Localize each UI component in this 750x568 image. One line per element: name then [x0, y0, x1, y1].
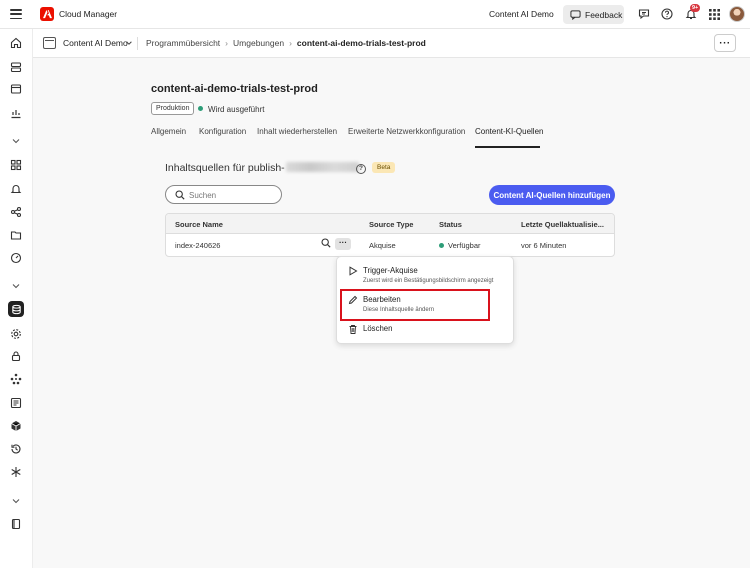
- gauge-icon[interactable]: [9, 251, 23, 265]
- breadcrumb-separator: ›: [225, 38, 229, 48]
- tab-configuration[interactable]: Konfiguration: [199, 127, 246, 136]
- tab-restore-content[interactable]: Inhalt wiederherstellen: [257, 127, 337, 136]
- divider: [137, 37, 138, 50]
- docs-icon[interactable]: [9, 517, 23, 531]
- environment-type-badge: Produktion: [151, 102, 195, 115]
- tab-content-ai-sources[interactable]: Content-KI-Quellen: [475, 127, 543, 136]
- breadcrumb-separator: ›: [289, 38, 292, 48]
- chat-icon[interactable]: [637, 7, 651, 21]
- menu-item-label: Trigger-Akquise: [363, 266, 418, 275]
- breadcrumb-programs[interactable]: Programmübersicht: [146, 38, 220, 48]
- beta-badge: Beta: [372, 162, 396, 173]
- lock-icon[interactable]: [9, 349, 23, 363]
- source-name-cell[interactable]: index-240626: [175, 241, 220, 250]
- column-source-name[interactable]: Source Name: [175, 220, 223, 229]
- top-bar: Cloud Manager Content AI Demo Feedback 9…: [0, 0, 750, 29]
- play-icon: [349, 266, 358, 276]
- feedback-button[interactable]: Feedback: [563, 5, 624, 24]
- program-icon: [43, 37, 56, 49]
- avatar[interactable]: [729, 6, 745, 22]
- app-title[interactable]: Cloud Manager: [59, 9, 117, 19]
- activity-icon[interactable]: [9, 106, 23, 120]
- table-header: Source Name Source Type Status Letzte Qu…: [166, 214, 614, 234]
- help-icon[interactable]: ?: [356, 164, 366, 174]
- sources-table: Source Name Source Type Status Letzte Qu…: [165, 213, 615, 257]
- page-title: content-ai-demo-trials-test-prod: [151, 83, 318, 95]
- highlight-box: [340, 289, 490, 321]
- program-switcher[interactable]: Content AI Demo: [63, 38, 128, 48]
- trash-icon: [349, 325, 357, 334]
- column-source-type[interactable]: Source Type: [369, 220, 413, 229]
- program-bar: Content AI Demo Programmübersicht › Umge…: [33, 29, 750, 58]
- feedback-label: Feedback: [585, 9, 623, 20]
- section-heading: Inhaltsquellen für publish-: [165, 162, 359, 174]
- chevron-down-icon[interactable]: [9, 134, 23, 148]
- column-last-update[interactable]: Letzte Quellaktualisie...: [521, 220, 604, 229]
- search-icon: [175, 190, 185, 200]
- history-icon[interactable]: [9, 442, 23, 456]
- redacted-environment-name: [285, 162, 359, 172]
- help-icon[interactable]: [660, 7, 674, 21]
- feedback-icon: [570, 10, 581, 20]
- chevron-down-icon[interactable]: [9, 494, 23, 508]
- tab-advanced-network[interactable]: Erweiterte Netzwerkkonfiguration: [348, 127, 465, 136]
- column-status[interactable]: Status: [439, 220, 462, 229]
- status-dot-icon: [439, 243, 444, 248]
- menu-icon[interactable]: [10, 8, 22, 20]
- search-icon[interactable]: [321, 238, 331, 248]
- network-icon[interactable]: [9, 205, 23, 219]
- tab-general[interactable]: Allgemein: [151, 127, 186, 136]
- package-icon[interactable]: [9, 419, 23, 433]
- apps-grid-icon[interactable]: [707, 7, 721, 21]
- dashboard-icon[interactable]: [9, 158, 23, 172]
- alerts-icon[interactable]: [9, 182, 23, 196]
- environments-icon[interactable]: [9, 82, 23, 96]
- breadcrumb-environments[interactable]: Umgebungen: [233, 38, 284, 48]
- org-switcher[interactable]: Content AI Demo: [489, 9, 554, 19]
- status-dot-icon: [198, 106, 203, 111]
- pipeline-icon[interactable]: [9, 60, 23, 74]
- last-update-cell: vor 6 Minuten: [521, 241, 567, 250]
- reports-icon[interactable]: [9, 396, 23, 410]
- environment-status: Wird ausgeführt: [208, 105, 265, 114]
- breadcrumb: Programmübersicht › Umgebungen › content…: [146, 38, 426, 48]
- home-icon[interactable]: [9, 36, 23, 50]
- workflow-icon[interactable]: [9, 372, 23, 386]
- spark-icon[interactable]: [9, 465, 23, 479]
- section-heading-text: Inhaltsquellen für publish-: [165, 162, 285, 174]
- database-icon[interactable]: [8, 301, 24, 317]
- breadcrumb-current: content-ai-demo-trials-test-prod: [296, 38, 426, 48]
- adobe-logo-icon: [40, 7, 54, 21]
- settings-icon[interactable]: [9, 327, 23, 341]
- menu-item-description: Zuerst wird ein Bestätigungsbildschirm a…: [363, 278, 494, 284]
- notification-badge: 9+: [690, 4, 701, 12]
- folder-icon[interactable]: [9, 228, 23, 242]
- left-rail: [0, 29, 33, 568]
- source-type-cell: Akquise: [369, 241, 396, 250]
- chevron-down-icon[interactable]: [125, 39, 133, 47]
- more-actions-button[interactable]: ···: [714, 34, 736, 52]
- status-cell: Verfügbar: [448, 241, 481, 250]
- add-content-ai-source-button[interactable]: Content AI-Quellen hinzufügen: [489, 185, 615, 205]
- tab-selected-indicator: [475, 146, 540, 148]
- search-input[interactable]: Suchen: [165, 185, 282, 204]
- row-actions-button[interactable]: ···: [335, 238, 351, 250]
- search-placeholder: Suchen: [189, 191, 217, 200]
- chevron-down-icon[interactable]: [9, 279, 23, 293]
- menu-item-label: Löschen: [363, 324, 393, 333]
